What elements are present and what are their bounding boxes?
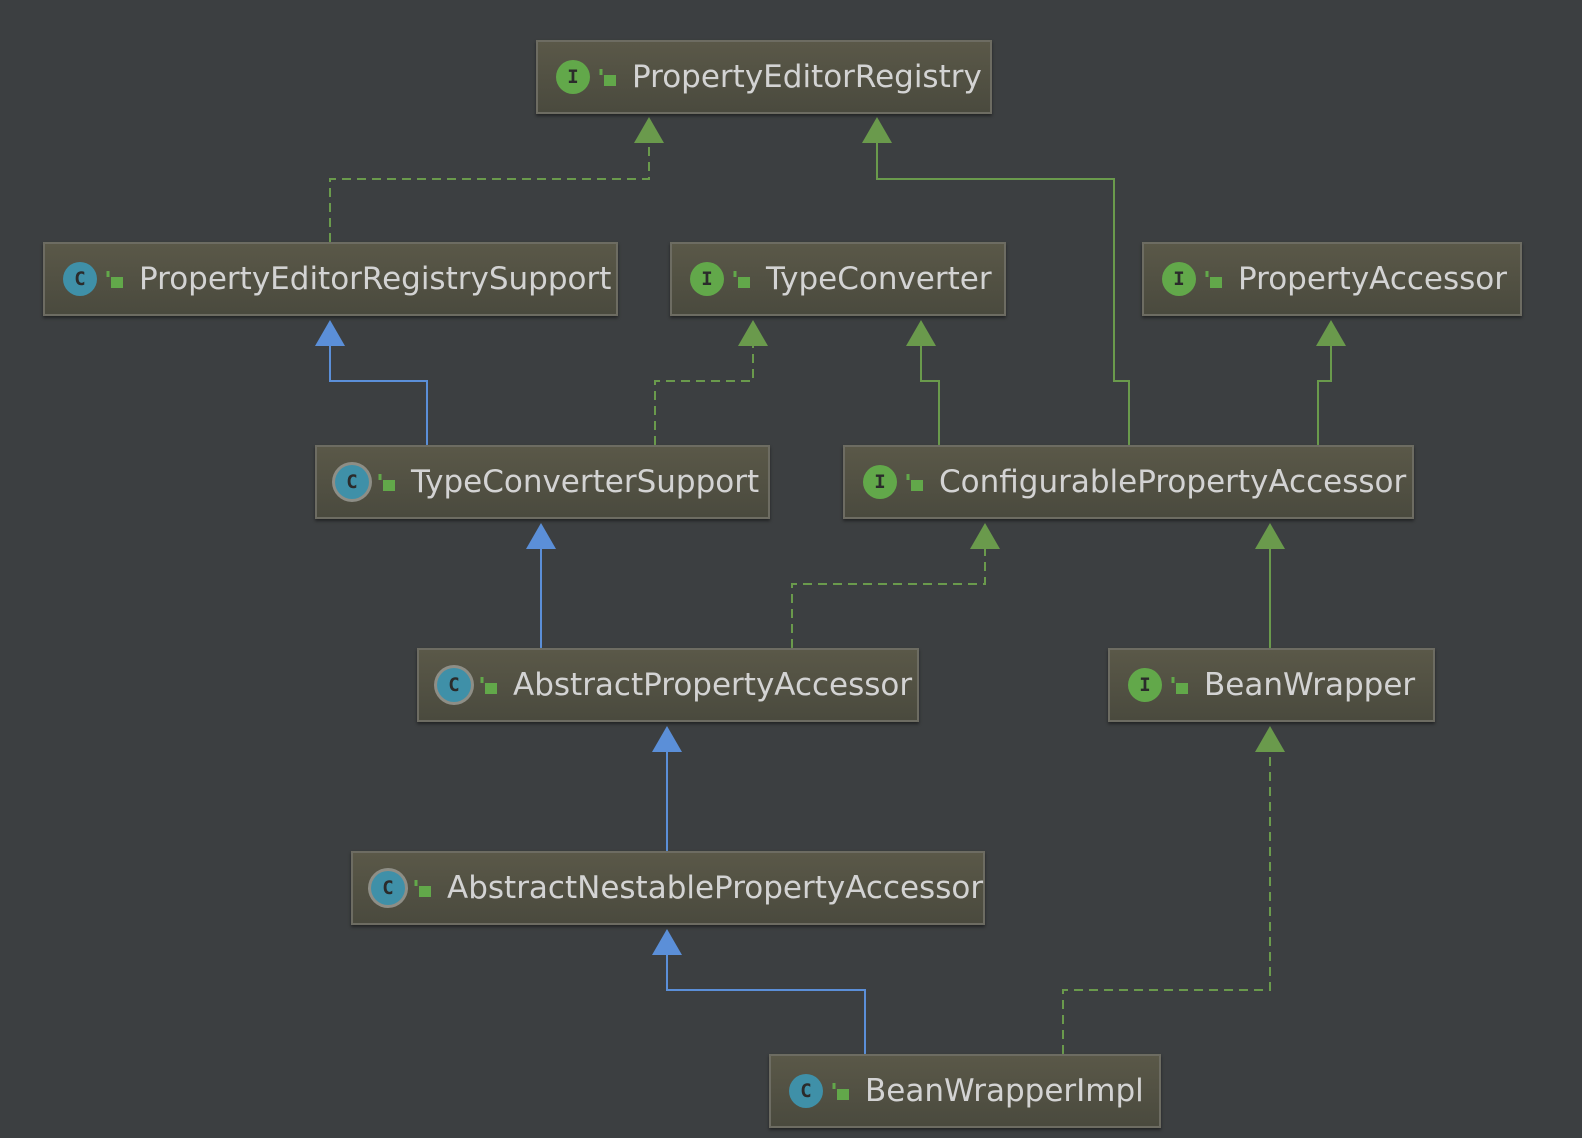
abstract-class-icon: C [335,465,369,499]
public-lock-icon [733,271,750,288]
arrowhead [652,726,682,752]
node-label: TypeConverterSupport [411,463,760,500]
class-icon: C [63,262,97,296]
node-bean-wrapper-impl[interactable]: C BeanWrapperImpl [769,1054,1161,1128]
interface-icon: I [556,60,590,94]
public-lock-icon [414,880,431,897]
edge-configurable-property-accessor-to-property-accessor [1317,346,1332,445]
node-label: PropertyEditorRegistry [632,58,982,95]
node-property-accessor[interactable]: I PropertyAccessor [1142,242,1522,316]
node-property-editor-registry-support[interactable]: C PropertyEditorRegistrySupport [43,242,618,316]
public-lock-icon [599,69,616,86]
node-bean-wrapper[interactable]: I BeanWrapper [1108,648,1435,722]
node-abstract-property-accessor[interactable]: C AbstractPropertyAccessor [417,648,919,722]
node-abstract-nestable-property-accessor[interactable]: C AbstractNestablePropertyAccessor [351,851,985,925]
arrowhead [970,523,1000,549]
node-label: TypeConverter [766,260,992,297]
edge-bean-wrapper-impl-to-bean-wrapper [1062,752,1271,1054]
public-lock-icon [480,677,497,694]
node-property-editor-registry[interactable]: I PropertyEditorRegistry [536,40,992,114]
arrowhead [906,320,936,346]
class-diagram: I PropertyEditorRegistry C PropertyEdito… [0,0,1582,1138]
public-lock-icon [378,474,395,491]
arrowhead [1255,726,1285,752]
node-label: AbstractNestablePropertyAccessor [447,869,984,906]
node-label: AbstractPropertyAccessor [513,666,913,703]
public-lock-icon [1171,677,1188,694]
edge-type-converter-support-to-property-editor-registry-support [329,346,428,445]
public-lock-icon [106,271,123,288]
interface-icon: I [690,262,724,296]
public-lock-icon [906,474,923,491]
edge-property-editor-registry-support-to-property-editor-registry [329,143,650,242]
node-configurable-property-accessor[interactable]: I ConfigurablePropertyAccessor [843,445,1414,519]
edge-abstract-property-accessor-to-configurable-property-accessor [791,549,986,648]
node-type-converter-support[interactable]: C TypeConverterSupport [315,445,770,519]
node-label: BeanWrapper [1204,666,1416,703]
node-label: BeanWrapperImpl [865,1072,1144,1109]
abstract-class-icon: C [371,871,405,905]
arrowhead [1255,523,1285,549]
edge-layer [315,117,1346,1054]
interface-icon: I [863,465,897,499]
arrowhead [526,523,556,549]
abstract-class-icon: C [437,668,471,702]
public-lock-icon [832,1083,849,1100]
node-type-converter[interactable]: I TypeConverter [670,242,1006,316]
node-label: ConfigurablePropertyAccessor [939,463,1407,500]
arrowhead [652,929,682,955]
arrowhead [1316,320,1346,346]
node-label: PropertyEditorRegistrySupport [139,260,612,297]
edge-bean-wrapper-impl-to-abstract-nestable-property-accessor [666,955,866,1054]
node-label: PropertyAccessor [1238,260,1508,297]
public-lock-icon [1205,271,1222,288]
arrowhead [738,320,768,346]
arrowhead [862,117,892,143]
edge-type-converter-support-to-type-converter [654,346,754,445]
edge-configurable-property-accessor-to-type-converter [920,346,940,445]
arrowhead [634,117,664,143]
interface-icon: I [1162,262,1196,296]
arrowhead [315,320,345,346]
interface-icon: I [1128,668,1162,702]
class-icon: C [789,1074,823,1108]
